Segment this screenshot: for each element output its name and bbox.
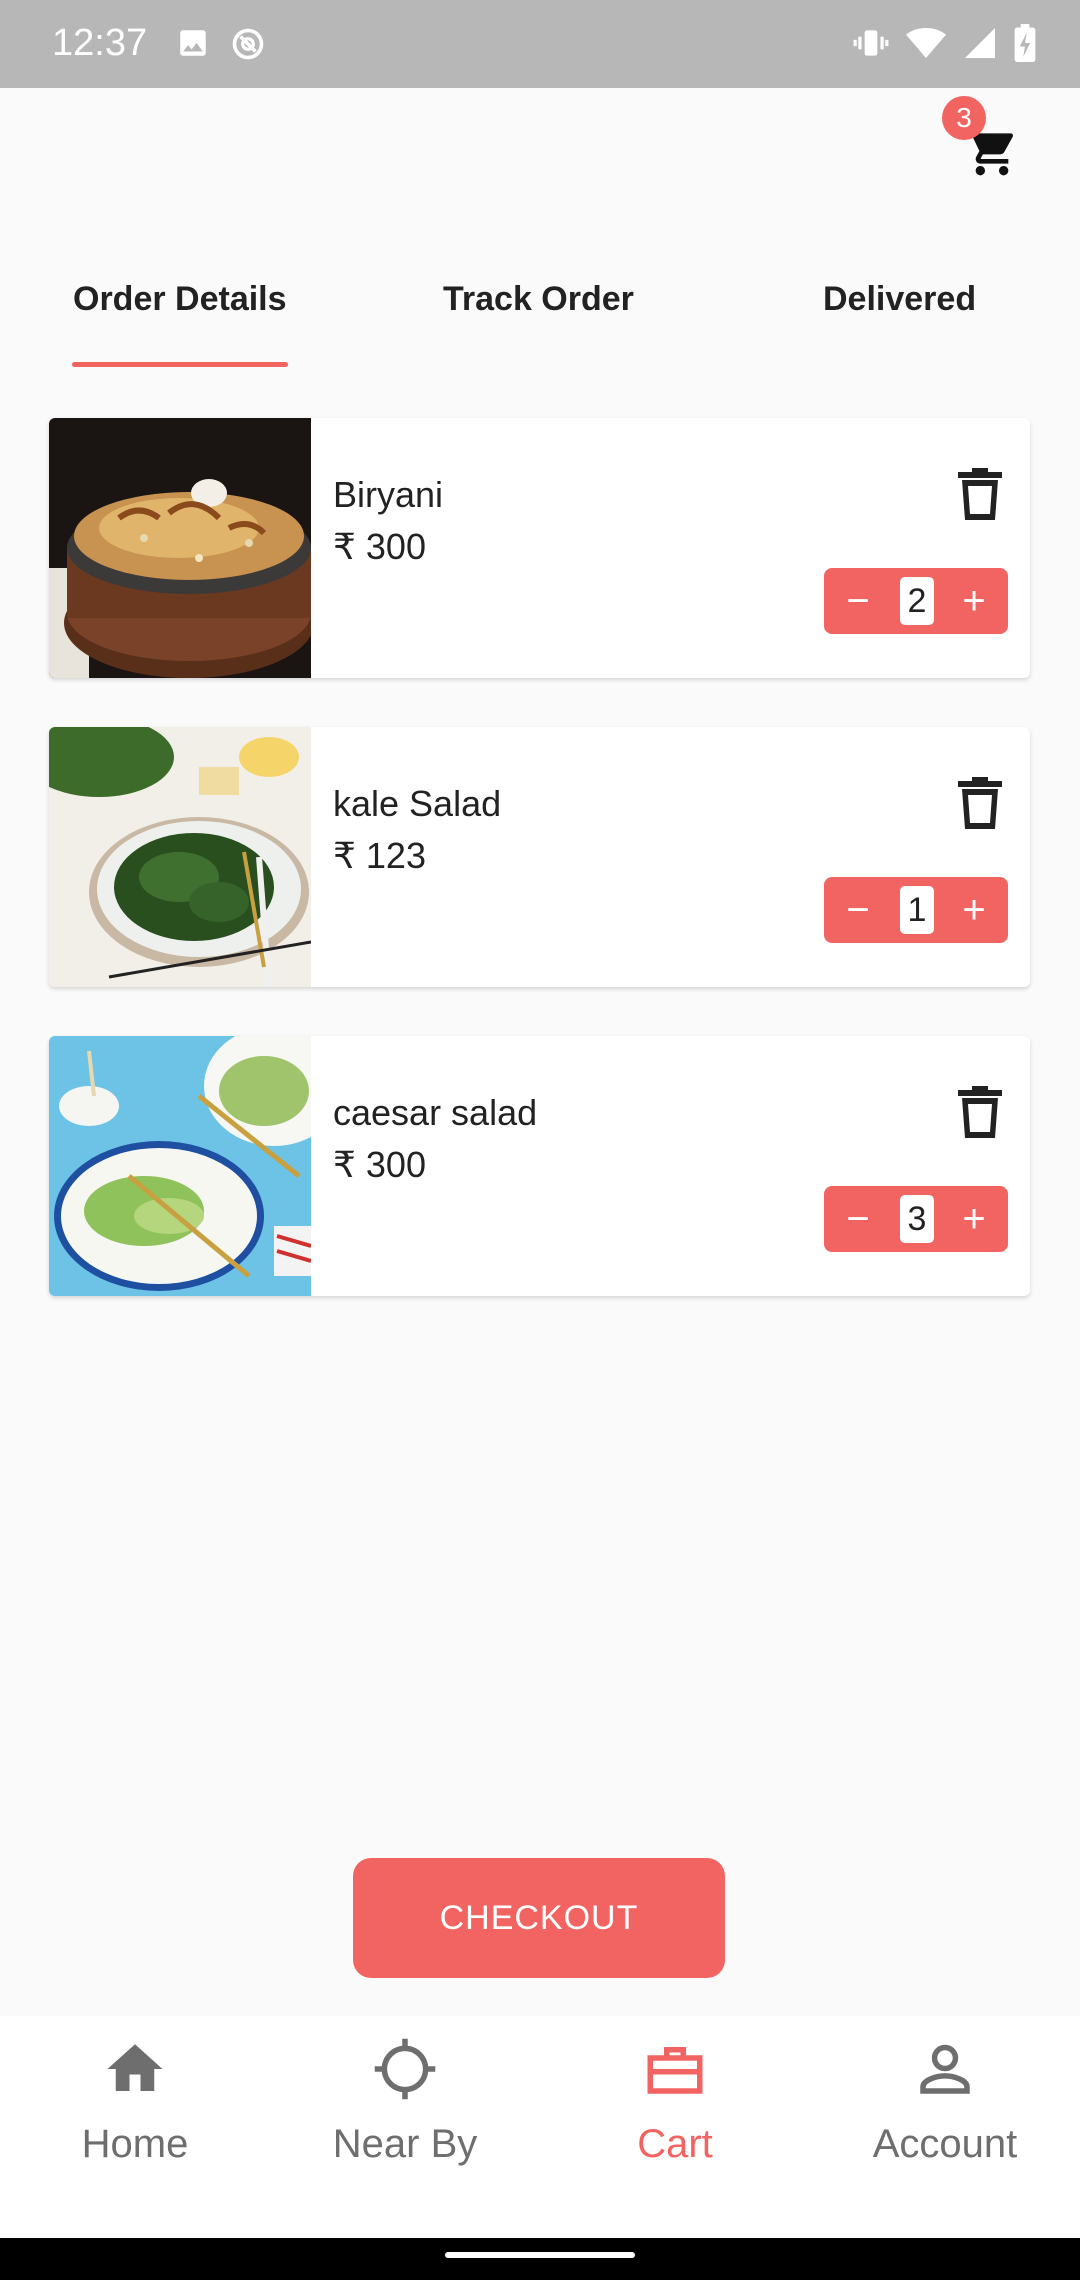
tab-order-details[interactable]: Order Details xyxy=(73,280,287,319)
nav-label: Near By xyxy=(332,2122,478,2166)
delete-icon[interactable] xyxy=(958,1086,1002,1138)
item-price: ₹ 123 xyxy=(333,835,426,876)
home-gesture-handle[interactable] xyxy=(445,2252,635,2258)
item-name: kale Salad xyxy=(333,783,502,824)
quantity-stepper: − 2 + xyxy=(824,568,1008,634)
biryani-image xyxy=(49,418,311,678)
cart-item-card: caesar salad ₹ 300 − 3 + xyxy=(49,1036,1030,1296)
briefcase-icon xyxy=(647,2047,703,2094)
battery-icon xyxy=(1014,24,1036,62)
status-right-icons xyxy=(852,24,1036,62)
quantity-stepper: − 1 + xyxy=(824,877,1008,943)
vibrate-icon xyxy=(853,30,889,56)
person-icon xyxy=(920,2044,970,2094)
item-price: ₹ 300 xyxy=(333,526,426,567)
tab-delivered[interactable]: Delivered xyxy=(823,280,976,319)
checkout-button[interactable]: CHECKOUT xyxy=(353,1858,725,1978)
system-navigation-bar xyxy=(0,2238,1080,2280)
cart-item-card: kale Salad ₹ 123 − 1 + xyxy=(49,727,1030,987)
order-tabs: Order Details Track Order Delivered xyxy=(0,250,1080,370)
quantity-stepper: − 3 + xyxy=(824,1186,1008,1252)
delete-icon[interactable] xyxy=(958,777,1002,829)
bottom-navigation: Home Near By Cart Account xyxy=(0,2016,1080,2238)
quantity-value: 1 xyxy=(900,886,934,934)
quantity-value: 3 xyxy=(900,1195,934,1243)
cart-count-badge: 3 xyxy=(942,96,986,140)
nav-label: Home xyxy=(81,2122,189,2166)
item-name: caesar salad xyxy=(333,1092,538,1133)
at-sign-icon xyxy=(232,28,264,60)
nav-item-home[interactable]: Home xyxy=(0,2036,270,2167)
increase-quantity-button[interactable]: + xyxy=(946,1186,1002,1252)
increase-quantity-button[interactable]: + xyxy=(946,877,1002,943)
tab-active-indicator xyxy=(72,362,288,367)
quantity-value: 2 xyxy=(900,577,934,625)
signal-icon xyxy=(965,28,995,58)
status-time: 12:37 xyxy=(52,22,148,64)
decrease-quantity-button[interactable]: − xyxy=(830,1186,886,1252)
kale-salad-image xyxy=(49,727,311,987)
nav-label: Cart xyxy=(637,2122,713,2166)
nav-item-near-by[interactable]: Near By xyxy=(270,2036,540,2167)
home-icon xyxy=(107,2044,163,2091)
item-name: Biryani xyxy=(333,474,444,515)
cart-item-card: Biryani ₹ 300 − 2 + xyxy=(49,418,1030,678)
nav-label: Account xyxy=(872,2122,1018,2166)
decrease-quantity-button[interactable]: − xyxy=(830,877,886,943)
item-price: ₹ 300 xyxy=(333,1144,426,1185)
nav-item-account[interactable]: Account xyxy=(810,2036,1080,2167)
header-cart-button[interactable]: 3 xyxy=(942,96,1042,186)
increase-quantity-button[interactable]: + xyxy=(946,568,1002,634)
decrease-quantity-button[interactable]: − xyxy=(830,568,886,634)
caesar-salad-image xyxy=(49,1036,311,1296)
nav-item-cart[interactable]: Cart xyxy=(540,2036,810,2167)
delete-icon[interactable] xyxy=(958,468,1002,520)
status-left-icons xyxy=(176,26,266,62)
crosshair-icon xyxy=(374,2038,436,2100)
image-icon xyxy=(180,30,206,56)
tab-track-order[interactable]: Track Order xyxy=(443,280,634,319)
status-bar: 12:37 xyxy=(0,0,1080,88)
wifi-icon xyxy=(906,28,946,58)
